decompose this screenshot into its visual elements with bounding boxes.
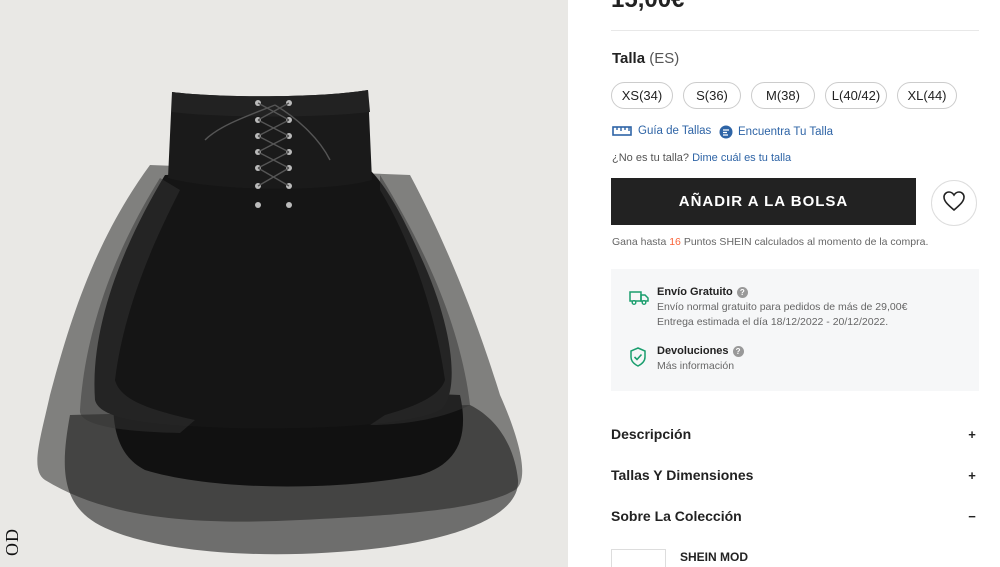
find-size-icon bbox=[719, 125, 733, 139]
truck-icon bbox=[629, 288, 649, 311]
accordion-sizes-label: Tallas Y Dimensiones bbox=[611, 467, 754, 483]
product-image[interactable]: OD bbox=[0, 0, 568, 567]
size-title-label: Talla bbox=[612, 50, 646, 67]
collection-thumbnail[interactable] bbox=[611, 549, 666, 567]
collapse-icon: − bbox=[968, 508, 976, 524]
free-shipping-line1: Envío normal gratuito para pedidos de má… bbox=[657, 301, 908, 313]
collection-brand[interactable]: SHEIN MOD bbox=[680, 550, 748, 564]
ruler-icon bbox=[612, 125, 632, 137]
product-price: 15,00€ bbox=[611, 0, 684, 14]
expand-icon: + bbox=[968, 426, 976, 442]
points-suffix: Puntos SHEIN calculados al momento de la… bbox=[683, 236, 929, 248]
free-shipping-title[interactable]: Envío Gratuito ? bbox=[657, 286, 957, 298]
returns-more-info[interactable]: Más información bbox=[657, 360, 957, 372]
size-guide-label: Guía de Tallas bbox=[638, 125, 712, 137]
accordion-description-label: Descripción bbox=[611, 426, 692, 442]
size-option-xl[interactable]: XL(44) bbox=[897, 82, 957, 109]
size-option-s[interactable]: S(36) bbox=[683, 82, 741, 109]
add-to-bag-button[interactable]: AÑADIR A LA BOLSA bbox=[611, 178, 916, 225]
shipping-info-box: Envío Gratuito ? Envío normal gratuito p… bbox=[611, 269, 979, 391]
accordion-sizes[interactable]: Tallas Y Dimensiones + bbox=[611, 455, 979, 495]
shield-check-icon bbox=[629, 347, 647, 372]
expand-icon: + bbox=[968, 467, 976, 483]
heart-icon bbox=[942, 190, 966, 217]
returns-title[interactable]: Devoluciones ? bbox=[657, 345, 957, 357]
divider bbox=[611, 30, 979, 31]
size-title: Talla (ES) bbox=[612, 50, 679, 67]
brand-vertical-text: OD bbox=[2, 528, 22, 556]
accordion-description[interactable]: Descripción + bbox=[611, 414, 979, 454]
size-option-m[interactable]: M(38) bbox=[751, 82, 815, 109]
size-guide-link[interactable]: Guía de Tallas bbox=[612, 125, 711, 137]
wishlist-button[interactable] bbox=[931, 180, 977, 226]
free-shipping-text: Envío Gratuito ? Envío normal gratuito p… bbox=[657, 286, 957, 328]
accordion-collection[interactable]: Sobre La Colección − bbox=[611, 496, 979, 536]
points-value: 16 bbox=[669, 236, 681, 248]
help-icon[interactable]: ? bbox=[732, 345, 744, 357]
size-region: (ES) bbox=[649, 50, 680, 67]
free-shipping-title-label: Envío Gratuito bbox=[657, 286, 733, 298]
size-option-l[interactable]: L(40/42) bbox=[825, 82, 887, 109]
returns-title-label: Devoluciones bbox=[657, 345, 729, 357]
points-prefix: Gana hasta bbox=[612, 236, 667, 248]
accordion-collection-label: Sobre La Colección bbox=[611, 508, 742, 524]
size-option-xs[interactable]: XS(34) bbox=[611, 82, 673, 109]
find-size-link[interactable]: Encuentra Tu Talla bbox=[719, 125, 833, 139]
not-size-text: ¿No es tu talla? bbox=[612, 152, 690, 164]
points-info: Gana hasta 16 Puntos SHEIN calculados al… bbox=[612, 236, 928, 248]
not-your-size: ¿No es tu talla? Dime cuál es tu talla bbox=[612, 152, 791, 164]
skirt-illustration bbox=[37, 90, 523, 555]
returns-text: Devoluciones ? Más información bbox=[657, 345, 957, 372]
free-shipping-line2: Entrega estimada el día 18/12/2022 - 20/… bbox=[657, 316, 889, 328]
help-icon[interactable]: ? bbox=[736, 286, 748, 298]
find-size-label: Encuentra Tu Talla bbox=[738, 126, 834, 138]
tell-size-link[interactable]: Dime cuál es tu talla bbox=[692, 152, 791, 164]
